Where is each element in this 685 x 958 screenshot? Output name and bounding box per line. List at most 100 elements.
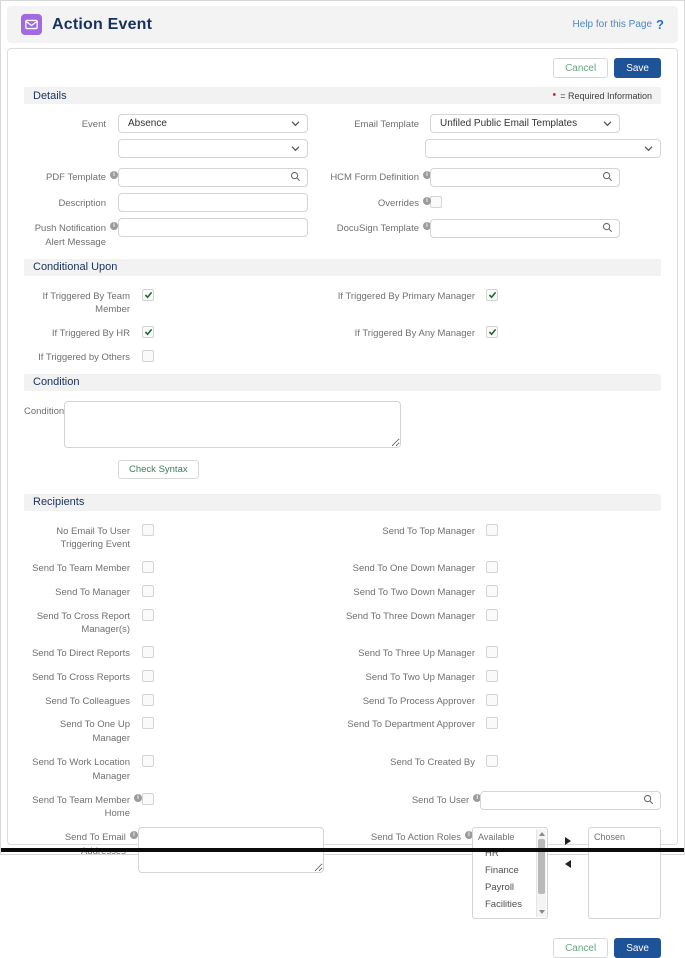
remove-arrow-icon[interactable] xyxy=(565,860,571,868)
if-triggered-by-any-manager-checkbox[interactable] xyxy=(486,326,498,338)
info-icon[interactable]: i xyxy=(110,171,118,179)
search-icon[interactable] xyxy=(602,222,613,233)
page-title: Action Event xyxy=(52,16,152,34)
scroll-down-icon[interactable] xyxy=(539,910,545,914)
info-icon[interactable]: i xyxy=(134,794,142,802)
field-label: Send To Team Member Homei xyxy=(24,790,130,822)
condition-rows: Condition Check Syntax xyxy=(24,401,661,479)
email-template-secondary-select[interactable] xyxy=(425,139,661,158)
field-label: Send To Three Down Manager xyxy=(324,606,475,624)
description-input[interactable] xyxy=(118,193,308,212)
search-icon[interactable] xyxy=(643,794,654,805)
conditional-upon-section-header: Conditional Upon xyxy=(24,259,661,276)
available-header: Available xyxy=(473,828,536,842)
action-event-form-card: Cancel Save Details • = Required Informa… xyxy=(7,48,678,845)
details-section-title: Details xyxy=(33,90,67,102)
field-label: Send To Cross Report Manager(s) xyxy=(24,606,130,638)
list-item[interactable]: Facilities xyxy=(473,893,536,910)
recipients-rows: No Email To User Triggering Event Send T… xyxy=(24,521,661,919)
condition-textarea[interactable] xyxy=(64,401,401,448)
send-to-user-input[interactable] xyxy=(480,791,661,810)
scroll-up-icon[interactable] xyxy=(539,832,545,836)
save-button[interactable]: Save xyxy=(614,58,661,78)
field-label: Send To One Up Manager xyxy=(24,714,130,746)
send-to-team-member-checkbox[interactable] xyxy=(142,561,154,573)
send-to-work-location-manager-checkbox[interactable] xyxy=(142,755,154,767)
if-triggered-by-team-member-checkbox[interactable] xyxy=(142,289,154,301)
send-to-action-roles-duallist: Available HR Finance Payroll Facilities xyxy=(472,827,661,919)
field-label: Send To Work Location Manager xyxy=(24,752,130,784)
question-mark-icon[interactable]: ? xyxy=(656,17,664,32)
field-label: If Triggered By HR xyxy=(24,323,130,341)
chevron-down-icon xyxy=(603,121,612,127)
pdf-template-input[interactable] xyxy=(118,168,308,187)
send-to-cross-report-managers-checkbox[interactable] xyxy=(142,609,154,621)
field-label: No Email To User Triggering Event xyxy=(24,521,130,553)
info-icon[interactable]: i xyxy=(110,222,118,230)
send-to-team-member-home-checkbox[interactable] xyxy=(142,793,154,805)
search-icon[interactable] xyxy=(602,171,613,182)
if-triggered-by-primary-manager-checkbox[interactable] xyxy=(486,289,498,301)
send-to-two-down-manager-checkbox[interactable] xyxy=(486,585,498,597)
send-to-created-by-checkbox[interactable] xyxy=(486,755,498,767)
if-triggered-by-others-checkbox[interactable] xyxy=(142,350,154,362)
cancel-button[interactable]: Cancel xyxy=(553,938,608,958)
field-label: Send To Top Manager xyxy=(324,521,475,539)
search-icon[interactable] xyxy=(290,171,301,182)
check-syntax-button[interactable]: Check Syntax xyxy=(118,460,199,479)
send-to-process-approver-checkbox[interactable] xyxy=(486,694,498,706)
event-select[interactable]: Absence xyxy=(118,114,308,133)
field-label: Send To Colleagues xyxy=(24,691,130,709)
send-to-action-roles-label: Send To Action Rolesi xyxy=(324,827,461,845)
scrollbar[interactable] xyxy=(536,829,546,917)
action-event-envelope-icon xyxy=(21,14,42,35)
help-for-this-page-link[interactable]: Help for this Page ? xyxy=(573,17,664,32)
list-item[interactable]: Finance xyxy=(473,859,536,876)
send-to-three-up-manager-checkbox[interactable] xyxy=(486,646,498,658)
field-label: Send To Manager xyxy=(24,582,130,600)
pdf-template-lookup xyxy=(118,167,308,187)
field-label: Send To Cross Reports xyxy=(24,667,130,685)
save-button[interactable]: Save xyxy=(614,938,661,958)
email-template-select[interactable]: Unfiled Public Email Templates xyxy=(430,114,620,133)
send-to-one-up-manager-checkbox[interactable] xyxy=(142,717,154,729)
send-to-manager-checkbox[interactable] xyxy=(142,585,154,597)
details-rows: Event Absence Email Template Unfiled Pub… xyxy=(24,114,661,250)
hcm-form-definition-input[interactable] xyxy=(430,168,620,187)
list-item[interactable]: Payroll xyxy=(473,876,536,893)
chosen-header: Chosen xyxy=(589,828,660,842)
push-notification-alert-message-input[interactable] xyxy=(118,218,308,237)
send-to-two-up-manager-checkbox[interactable] xyxy=(486,670,498,682)
docusign-template-input[interactable] xyxy=(430,219,620,238)
send-to-one-down-manager-checkbox[interactable] xyxy=(486,561,498,573)
description-label: Description xyxy=(24,193,106,211)
send-to-direct-reports-checkbox[interactable] xyxy=(142,646,154,658)
event-secondary-select[interactable] xyxy=(118,139,308,158)
if-triggered-by-hr-checkbox[interactable] xyxy=(142,326,154,338)
add-arrow-icon[interactable] xyxy=(565,837,571,845)
send-to-colleagues-checkbox[interactable] xyxy=(142,694,154,706)
info-icon[interactable]: i xyxy=(423,197,431,205)
send-to-user-label: Send To Useri xyxy=(324,790,469,808)
docusign-template-label: DocuSign Templatei xyxy=(324,218,419,236)
hcm-form-definition-label: HCM Form Definitioni xyxy=(324,167,419,185)
send-to-three-down-manager-checkbox[interactable] xyxy=(486,609,498,621)
cancel-button[interactable]: Cancel xyxy=(553,58,608,78)
info-icon[interactable]: i xyxy=(130,831,138,839)
recipients-section-header: Recipients xyxy=(24,494,661,511)
no-email-to-user-triggering-event-checkbox[interactable] xyxy=(142,524,154,536)
field-label: Send To Process Approver xyxy=(324,691,475,709)
field-label: If Triggered By Team Member xyxy=(24,286,130,318)
email-template-label: Email Template xyxy=(324,114,419,132)
condition-section-title: Condition xyxy=(33,376,79,388)
required-marker: • xyxy=(552,91,556,100)
event-label: Event xyxy=(24,114,106,132)
field-label: Send To Department Approver xyxy=(324,714,475,732)
available-listbox[interactable]: Available HR Finance Payroll Facilities xyxy=(472,827,548,919)
overrides-checkbox[interactable] xyxy=(430,196,442,208)
chevron-down-icon xyxy=(291,146,300,152)
chosen-listbox[interactable]: Chosen xyxy=(588,827,661,919)
send-to-department-approver-checkbox[interactable] xyxy=(486,717,498,729)
send-to-cross-reports-checkbox[interactable] xyxy=(142,670,154,682)
send-to-top-manager-checkbox[interactable] xyxy=(486,524,498,536)
